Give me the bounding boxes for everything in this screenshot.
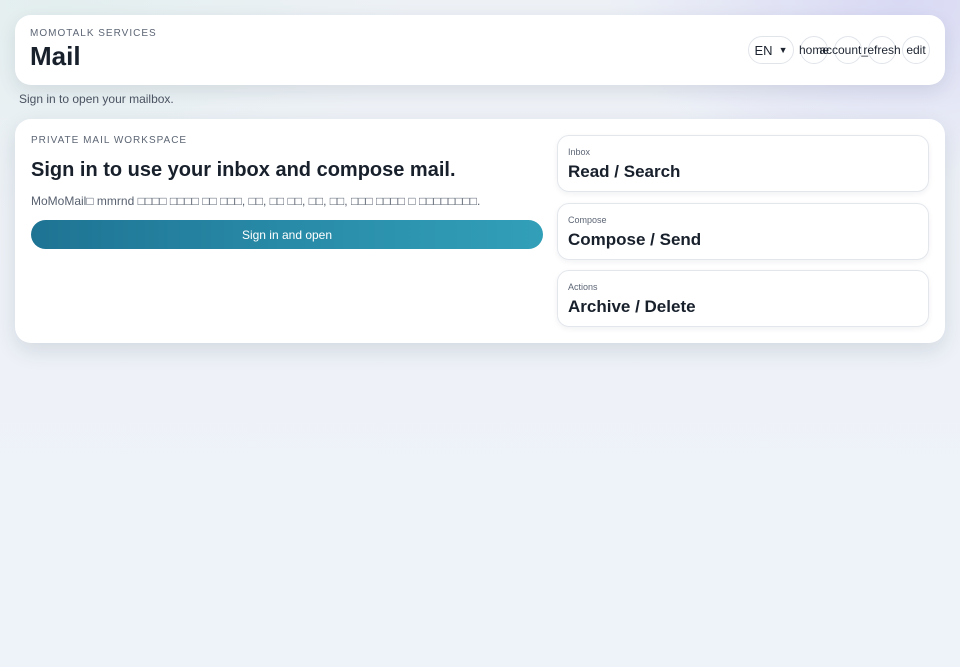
feature-title: Compose / Send (568, 230, 702, 249)
account-button[interactable]: account_ci (819, 36, 877, 64)
feature-kicker: Actions (568, 282, 598, 292)
services-eyebrow: MOMOTALK SERVICES (30, 28, 157, 39)
page-title: Mail (30, 41, 81, 71)
edit-icon: edit (906, 43, 926, 57)
refresh-button[interactable]: refresh (863, 36, 901, 64)
feature-card-inbox: Inbox Read / Search (557, 135, 929, 192)
chevron-down-icon: ▼ (778, 45, 788, 55)
feature-kicker: Inbox (568, 147, 591, 157)
feature-title: Archive / Delete (568, 297, 696, 316)
section-label: PRIVATE MAIL WORKSPACE (31, 135, 188, 146)
signin-headline: Sign in to use your inbox and compose ma… (31, 159, 456, 181)
edit-button[interactable]: edit (902, 36, 930, 64)
language-select[interactable]: EN ▼ (748, 36, 794, 64)
signin-description: MoMoMail□ mmrnd □□□□ □□□□ □□ □□□, □□, □□… (31, 194, 481, 208)
header-actions: EN ▼ home account_ci refresh edit (748, 36, 930, 64)
feature-card-actions: Actions Archive / Delete (557, 270, 929, 327)
signin-button[interactable]: Sign in and open (31, 220, 543, 249)
signin-card: PRIVATE MAIL WORKSPACE Sign in to use yo… (15, 119, 945, 343)
language-value: EN (754, 42, 773, 58)
feature-card-compose: Compose Compose / Send (557, 203, 929, 260)
refresh-icon: refresh (863, 43, 901, 57)
header-card: MOMOTALK SERVICES Mail EN ▼ home account… (15, 15, 945, 85)
feature-kicker: Compose (568, 215, 607, 225)
feature-title: Read / Search (568, 162, 681, 181)
page-subtitle: Sign in to open your mailbox. (19, 92, 174, 106)
